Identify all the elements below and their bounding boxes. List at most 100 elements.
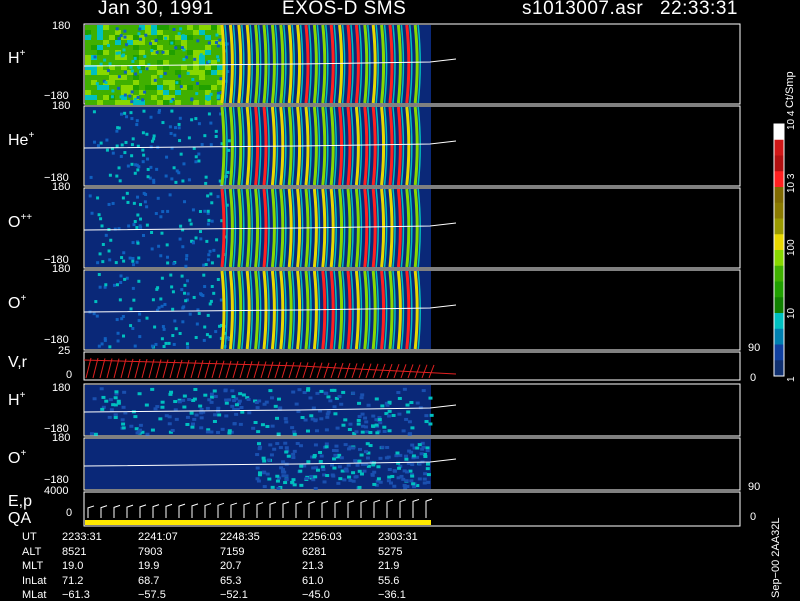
spectrogram-cell [159, 297, 163, 301]
spectrogram-cell [424, 420, 429, 424]
spectrogram-cell [91, 95, 97, 100]
spectrogram-cell [103, 50, 109, 55]
spectrogram-cell [207, 112, 211, 116]
spectrogram-cell [117, 166, 121, 170]
spectrogram-cell [160, 400, 165, 404]
spectrogram-cell [211, 70, 217, 75]
spectrogram-cell [110, 95, 114, 99]
spectrogram-cell [109, 30, 115, 35]
spectrogram-cell [191, 208, 195, 212]
spectrogram-cell [181, 40, 187, 45]
spectrogram-cell [135, 123, 139, 127]
spectrogram-cell [165, 243, 169, 247]
spectrogram-cell [190, 425, 195, 429]
spectrogram-cell [210, 201, 214, 205]
spectrogram-cell [190, 118, 194, 122]
spectrogram-cell [194, 155, 198, 159]
spectrogram-cell [170, 41, 174, 45]
spectrogram-cell [107, 249, 111, 253]
spectrogram-cell [371, 414, 376, 418]
spectrogram-cell [170, 109, 174, 113]
spectrogram-cell [409, 479, 414, 483]
spectrogram-cell [220, 427, 225, 431]
spectrogram-cell [262, 402, 267, 406]
spectrogram-cell [97, 95, 103, 100]
spectrogram-cell [179, 224, 183, 228]
table-cell: 71.2 [62, 574, 84, 587]
spectrogram-cell [133, 25, 139, 30]
spectrogram-cell [146, 167, 150, 171]
spectrogram-cell [132, 201, 136, 205]
spectrogram-cell [160, 405, 165, 409]
spectrogram-cell [174, 46, 178, 50]
spectrogram-cell [187, 45, 193, 50]
spectrogram-cell [205, 30, 211, 35]
colorbar-label: 10 3 [786, 173, 797, 193]
spectrogram-cell [118, 298, 122, 302]
spectrogram-cell [187, 136, 191, 140]
spectrogram-cell [255, 466, 260, 470]
table-cell: 2233:31 [62, 531, 102, 543]
spectrogram-cell [139, 80, 145, 85]
spectrogram-cell [145, 50, 151, 55]
spectrogram-cell [114, 390, 119, 394]
spectrogram-cell [127, 224, 131, 228]
spectrogram-cell [163, 25, 169, 30]
spectrogram-cell [159, 254, 163, 258]
spectrogram-cell [103, 100, 109, 105]
colorbar-label: 10 4 [786, 110, 797, 130]
spectrogram-cell [109, 25, 115, 30]
spectrogram-cell [179, 152, 183, 156]
spectrogram-cell [397, 466, 402, 470]
spectrogram-cell [356, 418, 361, 422]
spectrogram-cell [91, 45, 97, 50]
spectrogram-cell [268, 389, 273, 393]
spectrogram-cell [133, 171, 137, 175]
spectrogram-cell [415, 446, 420, 450]
panel-label-qa: QA [8, 510, 32, 527]
spectrogram-cell [311, 406, 316, 410]
table-cell: 7903 [138, 545, 163, 558]
spectrogram-cell [138, 428, 143, 432]
table-cell: 19.9 [138, 560, 160, 572]
spectrogram-cell [341, 423, 346, 427]
spectrogram-cell [428, 396, 433, 400]
spectrogram-cell [205, 35, 211, 40]
spectrogram-cell [117, 86, 121, 90]
spectrogram-cell [238, 422, 243, 426]
spectrogram-cell [136, 241, 140, 245]
spectrogram-cell [113, 396, 118, 400]
colorbar-label: 10 [786, 307, 797, 319]
spectrogram-cell [395, 451, 400, 455]
spectrogram-cell [166, 255, 170, 259]
spectrogram-cell [157, 45, 163, 50]
spectrogram-cell [136, 213, 140, 217]
spectrogram-cell [190, 98, 194, 102]
spectrogram-cell [359, 472, 364, 476]
spectrogram-cell [384, 456, 389, 460]
spectrogram-cell [161, 210, 165, 214]
colorbar-swatch [774, 297, 784, 314]
spectrogram-cell [161, 121, 165, 125]
spectrogram-cell [121, 426, 126, 430]
spectrogram-cell [402, 387, 407, 391]
spectrogram-cell [265, 472, 270, 476]
spectrogram-cell [227, 398, 232, 402]
spectrogram-cell [169, 65, 175, 70]
spectrogram-cell [333, 412, 338, 416]
spectrogram-cell [211, 65, 217, 70]
spectrogram-cell [270, 485, 275, 489]
spectrogram-cell [211, 60, 217, 65]
spectrogram-cell [198, 209, 202, 213]
spectrogram-cell [380, 404, 385, 408]
ytick-vr-max: 25 [58, 345, 71, 357]
spectrogram-cell [133, 56, 137, 60]
spectrogram-cell [114, 261, 118, 265]
spectrogram-cell [131, 241, 135, 245]
spectrogram-cell [181, 95, 187, 100]
panel-label-h2: H+ [8, 390, 26, 409]
spectrogram-cell [157, 40, 163, 45]
spectrogram-cell [103, 90, 109, 95]
spectrogram-cell [121, 75, 127, 80]
spectrogram-cell [115, 40, 121, 45]
